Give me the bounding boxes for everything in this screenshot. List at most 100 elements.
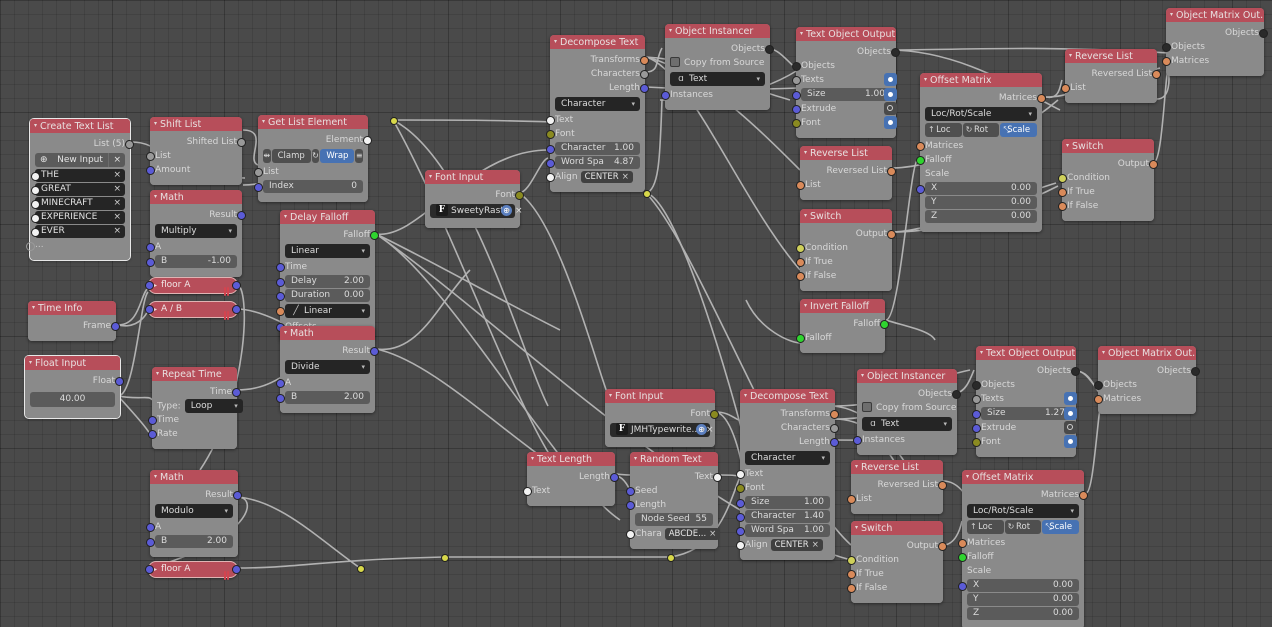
socket-bool[interactable] xyxy=(847,556,856,565)
new-input-button[interactable]: ⊕ New Input × xyxy=(35,153,125,167)
copy-from-source-checkbox[interactable]: Copy from Source xyxy=(665,56,770,70)
socket-text[interactable] xyxy=(31,214,40,223)
socket-float[interactable] xyxy=(115,377,124,386)
loc-toggle[interactable]: ↑ Loc xyxy=(967,520,1004,534)
node-text_object_output_bottom[interactable]: ▾ Text Object Output Objects Objects Texts Si… xyxy=(972,346,1080,457)
toggle-button[interactable] xyxy=(884,116,897,129)
socket-float[interactable] xyxy=(370,347,379,356)
node-math_modulo[interactable]: ▾Math Result Modulo AB 2.00 xyxy=(146,470,242,557)
vector-y-field[interactable]: Y 0.00 xyxy=(967,593,1079,606)
node-header[interactable]: ▾ Decompose Text xyxy=(740,389,835,403)
socket-matrix[interactable] xyxy=(1152,70,1161,79)
node-floor_a_bottom[interactable]: ▸ floor A xyxy=(145,561,241,580)
node-header[interactable]: ▾ Object Matrix Out... xyxy=(1166,8,1264,22)
node-header[interactable]: ▾ Reverse List xyxy=(800,146,892,160)
socket-float[interactable] xyxy=(276,379,285,388)
node-decompose_text_top[interactable]: ▾ Decompose Text Transforms Characters Lengt… xyxy=(546,35,649,192)
socket-object[interactable] xyxy=(1259,29,1268,38)
node-header[interactable]: ▾ Font Input xyxy=(605,389,715,403)
matrix-mode-dropdown[interactable]: Loc/Rot/Scale xyxy=(925,107,1037,121)
node-header[interactable]: ▾ Object Instancer xyxy=(857,369,957,383)
close-icon[interactable]: × xyxy=(812,540,819,550)
field-delay[interactable]: Delay 2.00 xyxy=(276,275,370,288)
socket-font[interactable] xyxy=(515,191,524,200)
toggle-button[interactable] xyxy=(884,88,897,101)
field-character[interactable]: Character 1.00 xyxy=(546,142,640,155)
close-icon[interactable]: × xyxy=(108,153,121,167)
node-floor_a_top[interactable]: ▸ floor A xyxy=(145,277,241,296)
collapse-triangle-icon[interactable]: ▾ xyxy=(669,24,672,37)
toggle-button[interactable] xyxy=(1064,435,1077,448)
mode-dropdown[interactable]: Character xyxy=(745,451,830,465)
field-character[interactable]: Character 1.40 xyxy=(736,510,830,523)
list-item[interactable]: EXPERIENCE × xyxy=(31,211,125,224)
collapse-triangle-icon[interactable]: ▾ xyxy=(262,115,265,128)
socket-float[interactable] xyxy=(232,305,241,314)
toggle-button[interactable] xyxy=(1064,421,1077,434)
field-word-spa[interactable]: Word Spa 1.00 xyxy=(736,524,830,537)
socket-float[interactable] xyxy=(276,292,285,301)
align-row[interactable]: Align CENTER × xyxy=(546,170,645,184)
socket-float[interactable] xyxy=(146,258,155,267)
socket-float[interactable] xyxy=(958,582,967,591)
vector-y-field[interactable]: Y 0.00 xyxy=(925,196,1037,209)
type-select-row[interactable]: Type: Loop xyxy=(152,399,243,413)
font-selector[interactable]: F SweetyRasty × ⊕ xyxy=(430,203,523,218)
loc-toggle[interactable]: ↑ Loc xyxy=(925,123,962,137)
node-header[interactable]: ▾ Reverse List xyxy=(851,460,943,474)
collapse-triangle-icon[interactable]: ▾ xyxy=(1066,139,1069,152)
toggle-button[interactable] xyxy=(1064,392,1077,405)
node-font_input_top[interactable]: ▾ Font Input Font F SweetyRasty × ⊕ xyxy=(425,170,524,228)
socket-falloff[interactable] xyxy=(958,553,967,562)
collapse-triangle-icon[interactable]: ▾ xyxy=(804,146,807,159)
node-switch_bottom[interactable]: ▾ Switch Output Condition If True If False xyxy=(847,521,947,603)
collapse-triangle-icon[interactable]: ▾ xyxy=(1102,346,1105,359)
socket-matrix[interactable] xyxy=(640,56,649,65)
mode-dropdown[interactable]: Linear xyxy=(285,244,370,258)
node-header[interactable]: ▾ Create Text List xyxy=(30,119,130,133)
node-header[interactable]: ▾ Font Input xyxy=(425,170,520,184)
loc-rot-scale-toggles[interactable]: ↑ Loc ↻ Rot ⤡ Scale xyxy=(967,520,1080,534)
socket-float[interactable] xyxy=(736,513,745,522)
collapse-triangle-icon[interactable]: ▾ xyxy=(29,356,32,369)
socket-float[interactable] xyxy=(237,211,246,220)
socket-float[interactable] xyxy=(546,159,555,168)
node-header[interactable]: ▾ Random Text xyxy=(630,452,718,466)
collapse-triangle-icon[interactable]: ▾ xyxy=(284,326,287,339)
node-invert_falloff[interactable]: ▾ Invert Falloff Falloff Falloff xyxy=(796,299,889,353)
mode-dropdown[interactable]: Divide xyxy=(285,360,370,374)
node-header[interactable]: ▾ Shift List xyxy=(150,117,242,131)
socket-matrix[interactable] xyxy=(796,258,805,267)
socket-float[interactable] xyxy=(792,105,801,114)
collapse-triangle-icon[interactable]: ▾ xyxy=(804,299,807,312)
close-icon[interactable]: × xyxy=(512,206,523,216)
node-reverse_list_bottom[interactable]: ▾ Reverse List Reversed List List xyxy=(847,460,947,514)
add-font-button[interactable]: ⊕ xyxy=(696,424,707,435)
socket-list[interactable] xyxy=(792,76,801,85)
socket-text[interactable] xyxy=(713,473,722,482)
socket-float[interactable] xyxy=(148,430,157,439)
socket-text[interactable] xyxy=(523,487,532,496)
socket-matrix[interactable] xyxy=(1094,395,1103,404)
socket-object[interactable] xyxy=(952,390,961,399)
reroute-node[interactable] xyxy=(441,554,449,562)
socket-matrix[interactable] xyxy=(1058,202,1067,211)
close-icon[interactable]: × xyxy=(709,529,716,539)
node-header[interactable]: ▾ Offset Matrix xyxy=(920,73,1042,87)
expand-triangle-icon[interactable]: ▸ xyxy=(154,278,157,293)
field-duration[interactable]: Duration 0.00 xyxy=(276,289,370,302)
collapse-triangle-icon[interactable]: ▾ xyxy=(966,470,969,483)
socket-matrix[interactable] xyxy=(796,272,805,281)
node-math_multiply[interactable]: ▾Math Result Multiply AB -1.00 xyxy=(146,190,246,277)
node-object_matrix_output_top[interactable]: ▾ Object Matrix Out... Objects Objects Matri… xyxy=(1162,8,1268,76)
close-icon[interactable]: × xyxy=(113,211,121,224)
close-icon[interactable]: × xyxy=(113,169,121,182)
socket-text[interactable] xyxy=(546,173,555,182)
node-float_input[interactable]: ▾ Float Input Float 40.00 xyxy=(25,356,124,418)
socket-list[interactable] xyxy=(237,138,246,147)
object-dropdown[interactable]: ɑ Text xyxy=(670,72,765,86)
socket-float[interactable] xyxy=(626,487,635,496)
field-size[interactable]: Size 1.00 xyxy=(792,88,897,101)
socket-matrix[interactable] xyxy=(958,539,967,548)
node-a_over_b[interactable]: ▸ A / B xyxy=(145,301,241,320)
